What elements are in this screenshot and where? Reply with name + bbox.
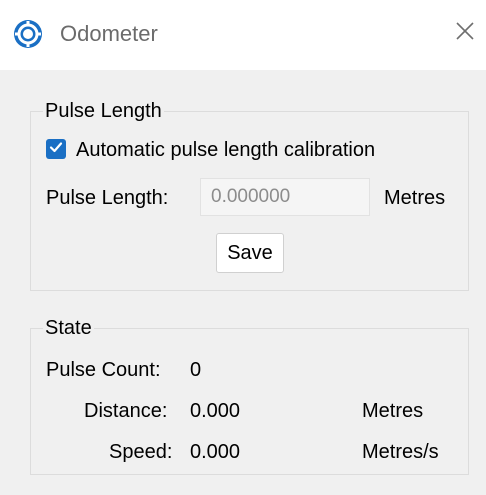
window-title: Odometer	[60, 21, 158, 46]
auto-calibration-checkbox[interactable]	[46, 139, 66, 159]
save-button[interactable]: Save	[216, 233, 284, 273]
checkmark-icon	[48, 139, 64, 160]
odometer-app-icon	[13, 19, 43, 49]
distance-label: Distance:	[84, 400, 168, 422]
distance-value: 0.000	[190, 400, 241, 422]
speed-unit: Metres/s	[362, 441, 439, 463]
odometer-window: Odometer Pulse Length Automatic pulse le…	[0, 0, 486, 495]
distance-unit: Metres	[362, 400, 424, 422]
pulse-count-value: 0	[190, 359, 202, 381]
pulse-length-input[interactable]	[200, 178, 370, 216]
pulse-length-group-legend: Pulse Length	[43, 99, 164, 123]
close-icon	[455, 21, 475, 46]
close-button[interactable]	[448, 14, 482, 52]
title-bar: Odometer	[0, 0, 486, 70]
pulse-length-unit: Metres	[384, 187, 446, 209]
speed-value: 0.000	[190, 441, 241, 463]
auto-calibration-label[interactable]: Automatic pulse length calibration	[76, 138, 375, 162]
pulse-length-label: Pulse Length:	[46, 187, 169, 209]
pulse-count-label: Pulse Count:	[46, 359, 161, 381]
state-group-legend: State	[43, 316, 94, 340]
speed-label: Speed:	[109, 441, 173, 463]
